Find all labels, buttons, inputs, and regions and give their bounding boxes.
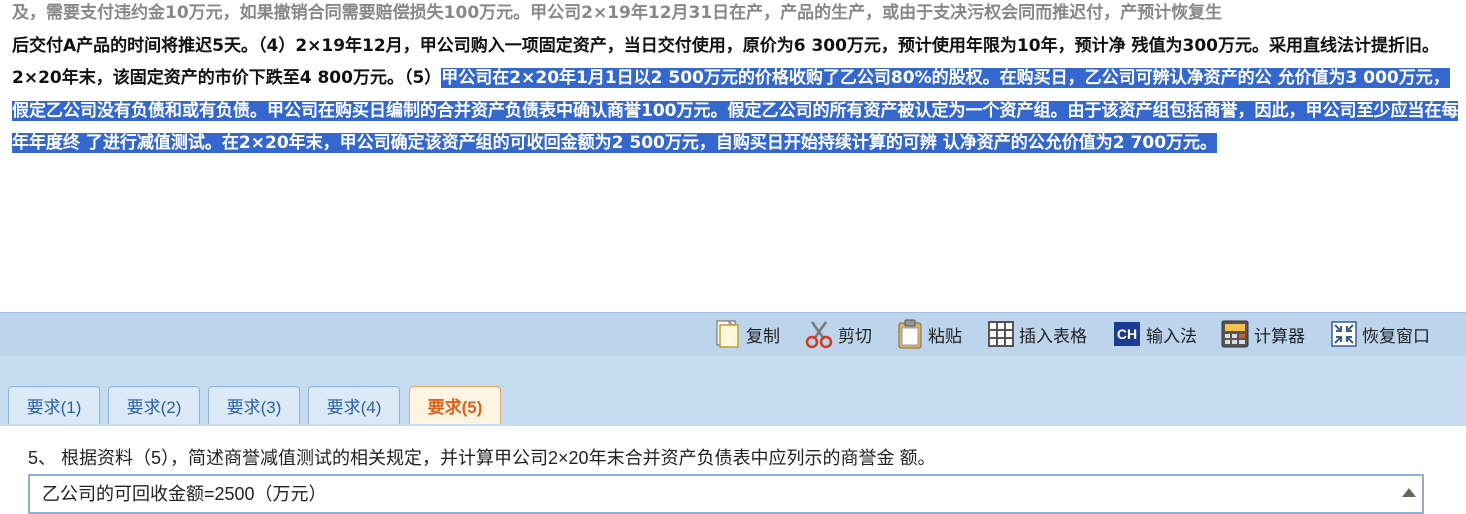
input-method-label: 输入法 — [1146, 326, 1197, 346]
calculator-icon — [1221, 320, 1249, 348]
copy-label: 复制 — [746, 326, 780, 346]
paste-label: 粘贴 — [928, 326, 962, 346]
material-passage: 及，需要支付违约金10万元，如果撤销合同需要赔偿损失100万元。甲公司2×19年… — [0, 0, 1466, 312]
question-text: 5、 根据资料（5），简述商誉减值测试的相关规定，并计算甲公司2×20年末合并资… — [28, 448, 936, 468]
restore-window-icon — [1331, 321, 1357, 347]
cut-button[interactable]: 剪切 — [804, 317, 872, 351]
calculator-label: 计算器 — [1254, 326, 1305, 346]
copy-button[interactable]: 复制 — [714, 317, 780, 351]
copy-icon — [716, 319, 739, 348]
requirement-tabs: 要求(1) 要求(2) 要求(3) 要求(4) 要求(5) — [0, 356, 1466, 426]
tab-requirement-2[interactable]: 要求(2) — [108, 386, 200, 424]
passage-partial-line: 及，需要支付违约金10万元，如果撤销合同需要赔偿损失100万元。甲公司2×19年… — [12, 3, 1223, 23]
ime-icon: CH — [1114, 322, 1140, 346]
answer-textarea[interactable]: 乙公司的可回收金额=2500（万元） — [28, 474, 1424, 514]
tab-requirement-3[interactable]: 要求(3) — [208, 386, 300, 424]
scissors-icon — [805, 321, 833, 349]
scroll-up-arrow-icon[interactable] — [1402, 488, 1416, 497]
answer-text: 乙公司的可回收金额=2500（万元） — [42, 484, 327, 504]
insert-table-button[interactable]: 插入表格 — [987, 317, 1087, 351]
restore-window-button[interactable]: 恢复窗口 — [1330, 317, 1430, 351]
restore-window-label: 恢复窗口 — [1362, 326, 1430, 346]
cut-label: 剪切 — [838, 326, 872, 346]
input-method-button[interactable]: CH 输入法 — [1114, 317, 1197, 351]
editor-toolbar: 复制 剪切 粘贴 插入表格 CH 输入法 计算器 恢复窗口 — [0, 312, 1466, 357]
calculator-button[interactable]: 计算器 — [1220, 317, 1305, 351]
tab-requirement-5[interactable]: 要求(5) — [409, 386, 501, 424]
table-icon — [988, 321, 1014, 347]
question-panel: 5、 根据资料（5），简述商誉减值测试的相关规定，并计算甲公司2×20年末合并资… — [0, 426, 1466, 514]
tab-requirement-4[interactable]: 要求(4) — [308, 386, 400, 424]
insert-table-label: 插入表格 — [1019, 326, 1087, 346]
clipboard-icon — [898, 319, 922, 349]
tab-requirement-1[interactable]: 要求(1) — [8, 386, 100, 424]
paste-button[interactable]: 粘贴 — [896, 317, 962, 351]
passage-text: 及，需要支付违约金10万元，如果撤销合同需要赔偿损失100万元。甲公司2×19年… — [12, 0, 1460, 160]
